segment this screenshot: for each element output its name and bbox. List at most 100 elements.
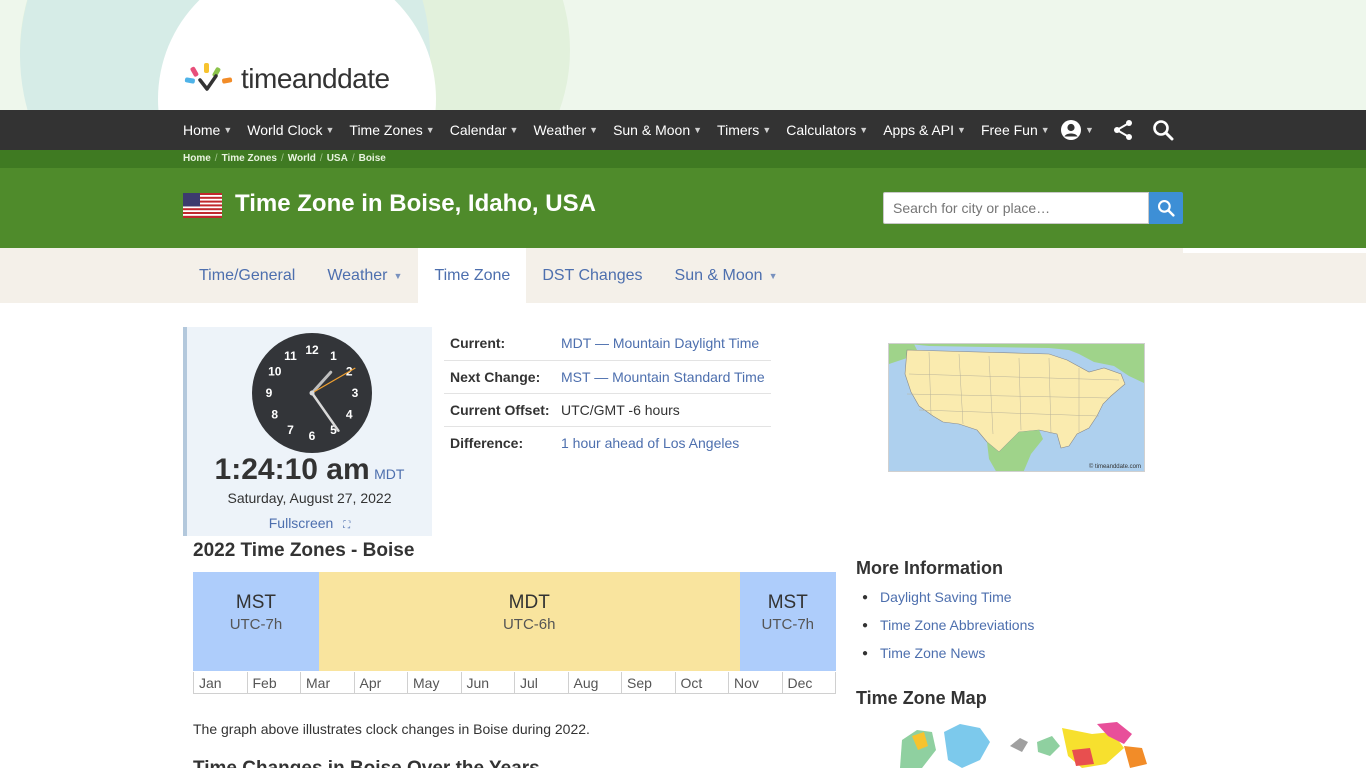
month-label: Mar [300,672,354,694]
chevron-down-icon: ▼ [1040,125,1050,135]
timeline-segment-mst: MST UTC-7h [193,572,319,671]
timeline-months: Jan Feb Mar Apr May Jun Jul Aug Sep Oct … [193,672,836,694]
segment-abbr: MDT [508,592,550,613]
fullscreen-label: Fullscreen [268,515,334,531]
fullscreen-link[interactable]: Fullscreen ⛶ [187,515,432,531]
chevron-down-icon: ▼ [957,125,966,135]
breadcrumb-world[interactable]: World [288,153,316,164]
chevron-down-icon: ▼ [859,125,869,135]
time-zone-info-table: Current: MDT — Mountain Daylight Time Ne… [444,327,771,459]
page-title: Time Zone in Boise, Idaho, USA [235,190,596,217]
info-value-difference[interactable]: 1 hour ahead of Los Angeles [555,426,771,459]
month-label: Feb [246,672,300,694]
chevron-down-icon: ▼ [509,125,519,135]
link-time-zone-news[interactable]: Time Zone News [880,645,985,661]
month-label: Oct [674,672,728,694]
breadcrumb-usa[interactable]: USA [327,153,348,164]
logo-text: timeanddate [241,63,390,94]
month-label: May [407,672,461,694]
tab-dst-changes[interactable]: DST Changes [526,248,658,303]
search-icon [1157,199,1175,217]
graph-note: The graph above illustrates clock change… [193,721,590,737]
search-input[interactable] [883,192,1149,224]
link-daylight-saving-time[interactable]: Daylight Saving Time [880,589,1012,605]
nav-menu: Home ▼ World Clock ▼ Time Zones ▼ Calendar ▼… [183,110,1065,150]
breadcrumb-time-zones[interactable]: Time Zones [222,153,277,164]
month-label: Jul [514,672,568,694]
month-label: Apr [353,672,407,694]
account-menu[interactable]: ▼ [1060,119,1094,141]
breadcrumb-separator: / [214,153,218,164]
nav-home[interactable]: Home ▼ [183,122,232,138]
chevron-down-icon: ▼ [223,125,233,135]
chevron-down-icon: ▼ [1085,125,1094,135]
bullet-icon: ● [862,620,869,631]
share-icon[interactable] [1112,119,1134,141]
list-item: ● Daylight Saving Time [862,589,1034,617]
info-label: Current Offset: [444,393,555,427]
tab-time-zone[interactable]: Time Zone [418,248,527,303]
nav-weather[interactable]: Weather ▼ [533,122,598,138]
title-bar: Time Zone in Boise, Idaho, USA [0,168,1366,248]
timeline-segment-mdt: MDT UTC-6h [318,572,740,671]
segment-abbr: MST [235,592,276,613]
clock-numeral: 6 [309,429,316,443]
nav-label: Calendar [449,122,507,138]
breadcrumb-boise: Boise [358,153,386,164]
nav-label: Weather [533,122,587,138]
time-zone-map-heading: Time Zone Map [856,688,987,708]
nav-apps-api[interactable]: Apps & API ▼ [883,122,966,138]
list-item: ● Time Zone News [862,645,1034,673]
current-time: 1:24:10 am [214,453,370,486]
nav-sun-moon[interactable]: Sun & Moon ▼ [613,122,702,138]
tab-label: Sun & Moon [674,266,763,284]
tab-time-general[interactable]: Time/General [183,248,311,303]
fullscreen-icon: ⛶ [343,520,351,531]
time-zone-timeline: MST UTC-7h MDT UTC-6h MST UTC-7h [193,572,836,671]
nav-time-zones[interactable]: Time Zones ▼ [349,122,434,138]
link-time-zone-abbreviations[interactable]: Time Zone Abbreviations [880,617,1034,633]
info-value-current[interactable]: MDT — Mountain Daylight Time [555,327,771,361]
current-date: Saturday, August 27, 2022 [227,490,392,506]
digital-time: 1:24:10 am MDT [187,453,432,487]
nav-free-fun[interactable]: Free Fun ▼ [981,122,1050,138]
chevron-down-icon: ▼ [425,125,435,135]
section-heading: Time Changes in Boise Over the Years [193,758,540,768]
analog-clock: 121234567891011 [252,333,372,453]
world-map-graphic [900,722,1147,768]
clock-numeral: 8 [271,408,278,422]
world-time-zone-map[interactable] [862,720,1147,768]
chevron-down-icon: ▼ [762,125,772,135]
search-icon[interactable] [1152,119,1174,141]
nav-calculators[interactable]: Calculators ▼ [786,122,868,138]
breadcrumb-separator: / [319,153,323,164]
month-label: Aug [567,672,621,694]
breadcrumb-separator: / [280,153,284,164]
nav-icons: ▼ [1060,110,1174,150]
account-icon [1061,120,1081,140]
nav-label: Home [183,122,221,138]
main-nav: Home ▼ World Clock ▼ Time Zones ▼ Calendar ▼… [0,110,1366,150]
tab-weather[interactable]: Weather ▼ [311,248,418,303]
chevron-down-icon: ▼ [393,270,403,281]
bullet-icon: ● [862,592,869,603]
us-flag-icon [183,193,222,218]
clock-numeral: 7 [287,423,294,437]
nav-label: Free Fun [980,122,1038,138]
info-value-next-change[interactable]: MST — Mountain Standard Time [555,360,771,394]
nav-timers[interactable]: Timers ▼ [717,122,771,138]
nav-world-clock[interactable]: World Clock ▼ [247,122,334,138]
us-time-zone-map[interactable]: © timeanddate.com [888,343,1145,472]
month-label: Jun [460,672,514,694]
month-label: Dec [781,672,836,694]
tab-label: Weather [327,266,388,284]
breadcrumb-home[interactable]: Home [183,153,211,164]
time-zone-abbr[interactable]: MDT [374,466,404,482]
nav-label: World Clock [247,122,323,138]
header-banner: timeanddate [0,0,1366,110]
nav-label: Timers [717,122,760,138]
nav-calendar[interactable]: Calendar ▼ [450,122,519,138]
tab-sun-moon[interactable]: Sun & Moon ▼ [659,248,794,303]
search-button[interactable] [1149,192,1183,224]
site-logo[interactable]: timeanddate [183,62,390,96]
